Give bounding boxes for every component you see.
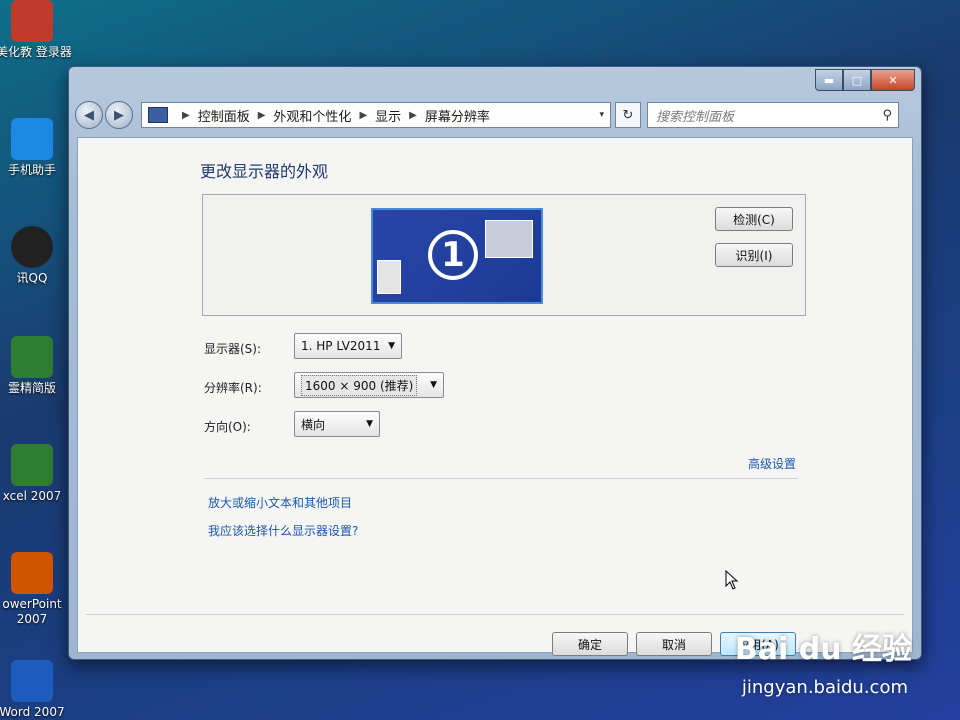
- app-icon: [11, 0, 53, 42]
- baidu-watermark-logo: Bai du 经验: [734, 632, 912, 667]
- display-value: 1. HP LV2011: [301, 339, 381, 353]
- address-dropdown-icon[interactable]: ▾: [599, 110, 604, 120]
- navigation-bar: ◀ ▶ ▶ 控制面板 ▶ 外观和个性化 ▶ 显示 ▶ 屏幕分辨率 ▾ ↻ 搜索控…: [75, 99, 915, 131]
- desktop-icon-label: owerPoint: [2, 597, 62, 611]
- breadcrumb-control-panel[interactable]: 控制面板: [198, 106, 250, 125]
- app-icon: [11, 118, 53, 160]
- advanced-settings-link[interactable]: 高级设置: [748, 455, 796, 472]
- desktop-icon-powerpoint[interactable]: owerPoint 2007: [0, 552, 68, 627]
- document-thumbnail-icon: [377, 260, 401, 294]
- refresh-icon: ↻: [622, 107, 634, 123]
- search-input[interactable]: 搜索控制面板 ⚲: [647, 102, 899, 128]
- desktop-icon-2[interactable]: 手机助手: [0, 118, 68, 178]
- identify-button[interactable]: 识别(I): [715, 243, 793, 267]
- text-size-link[interactable]: 放大或缩小文本和其他项目: [208, 494, 352, 511]
- orientation-select[interactable]: 横向 ▼: [294, 411, 380, 437]
- powerpoint-icon: [11, 552, 53, 594]
- desktop-icon-label: 美化教 登录器: [0, 45, 72, 59]
- close-button[interactable]: ✕: [871, 69, 915, 91]
- window-controls: ▬ □ ✕: [815, 69, 915, 91]
- desktop-icon-4[interactable]: 霊精简版: [0, 336, 68, 396]
- window-thumbnail-icon: [485, 220, 533, 258]
- desktop-icon-sublabel: 2007: [16, 612, 48, 626]
- chevron-down-icon: ▼: [430, 380, 437, 390]
- desktop-icon-qq[interactable]: 讯QQ: [0, 226, 68, 286]
- word-icon: [11, 660, 53, 702]
- monitor-1-thumbnail[interactable]: 1: [371, 208, 543, 304]
- page-title: 更改显示器的外观: [200, 162, 329, 181]
- resolution-label: 分辨率(R):: [204, 381, 262, 395]
- divider: [204, 478, 798, 479]
- back-button[interactable]: ◀: [75, 101, 103, 129]
- search-icon[interactable]: ⚲: [882, 108, 892, 123]
- resolution-value: 1600 × 900 (推荐): [301, 374, 418, 396]
- display-help-link[interactable]: 我应该选择什么显示器设置?: [208, 522, 358, 539]
- minimize-button[interactable]: ▬: [815, 69, 843, 91]
- display-select[interactable]: 1. HP LV2011 ▼: [294, 333, 402, 359]
- address-bar[interactable]: ▶ 控制面板 ▶ 外观和个性化 ▶ 显示 ▶ 屏幕分辨率 ▾: [141, 102, 611, 128]
- breadcrumb-screen-resolution[interactable]: 屏幕分辨率: [425, 106, 490, 125]
- display-label: 显示器(S):: [204, 342, 262, 356]
- forward-button[interactable]: ▶: [105, 101, 133, 129]
- excel-icon: [11, 444, 53, 486]
- search-placeholder: 搜索控制面板: [656, 109, 735, 125]
- maximize-button[interactable]: □: [843, 69, 871, 91]
- breadcrumb-display[interactable]: 显示: [375, 106, 401, 125]
- forward-arrow-icon: ▶: [114, 107, 124, 123]
- chevron-down-icon: ▼: [388, 341, 395, 351]
- resolution-select[interactable]: 1600 × 900 (推荐) ▼: [294, 372, 444, 398]
- monitor-preview-area: 1 检测(C) 识别(I): [202, 194, 806, 316]
- desktop-icon-label: Word 2007: [0, 705, 65, 719]
- chevron-down-icon: ▼: [366, 419, 373, 429]
- content-pane: 更改显示器的外观 1 检测(C) 识别(I) 显示器(S): 1. HP LV2…: [77, 137, 913, 656]
- breadcrumb-separator-icon: ▶: [359, 109, 368, 121]
- desktop-icon-1[interactable]: 美化教 登录器: [0, 0, 72, 60]
- breadcrumb-separator-icon: ▶: [409, 109, 417, 121]
- desktop-icon-excel[interactable]: xcel 2007: [0, 444, 68, 504]
- screen-resolution-window: ▬ □ ✕ ◀ ▶ ▶ 控制面板 ▶ 外观和个性化 ▶ 显示 ▶ 屏幕分辨率 ▾…: [68, 66, 922, 660]
- app-icon: [11, 336, 53, 378]
- desktop-icon-label: 讯QQ: [16, 271, 48, 285]
- refresh-button[interactable]: ↻: [615, 102, 641, 128]
- qq-icon: [11, 226, 53, 268]
- watermark-url: jingyan.baidu.com: [741, 677, 908, 698]
- desktop-icon-label: xcel 2007: [2, 489, 62, 503]
- ok-button[interactable]: 确定: [552, 632, 628, 656]
- monitor-number: 1: [428, 230, 478, 280]
- breadcrumb-separator-icon: ▶: [182, 109, 190, 121]
- back-arrow-icon: ◀: [84, 107, 94, 123]
- cancel-button[interactable]: 取消: [636, 632, 712, 656]
- desktop-icon-word[interactable]: Word 2007: [0, 660, 68, 720]
- mouse-cursor-icon: [725, 570, 739, 590]
- divider: [86, 614, 904, 615]
- control-panel-icon: [148, 107, 168, 123]
- orientation-label: 方向(O):: [204, 420, 251, 434]
- desktop-icon-label: 手机助手: [7, 163, 56, 177]
- breadcrumb-separator-icon: ▶: [257, 109, 266, 121]
- detect-button[interactable]: 检测(C): [715, 207, 793, 231]
- breadcrumb-appearance[interactable]: 外观和个性化: [273, 106, 351, 125]
- orientation-value: 横向: [301, 417, 326, 432]
- desktop-icon-label: 霊精简版: [7, 381, 56, 395]
